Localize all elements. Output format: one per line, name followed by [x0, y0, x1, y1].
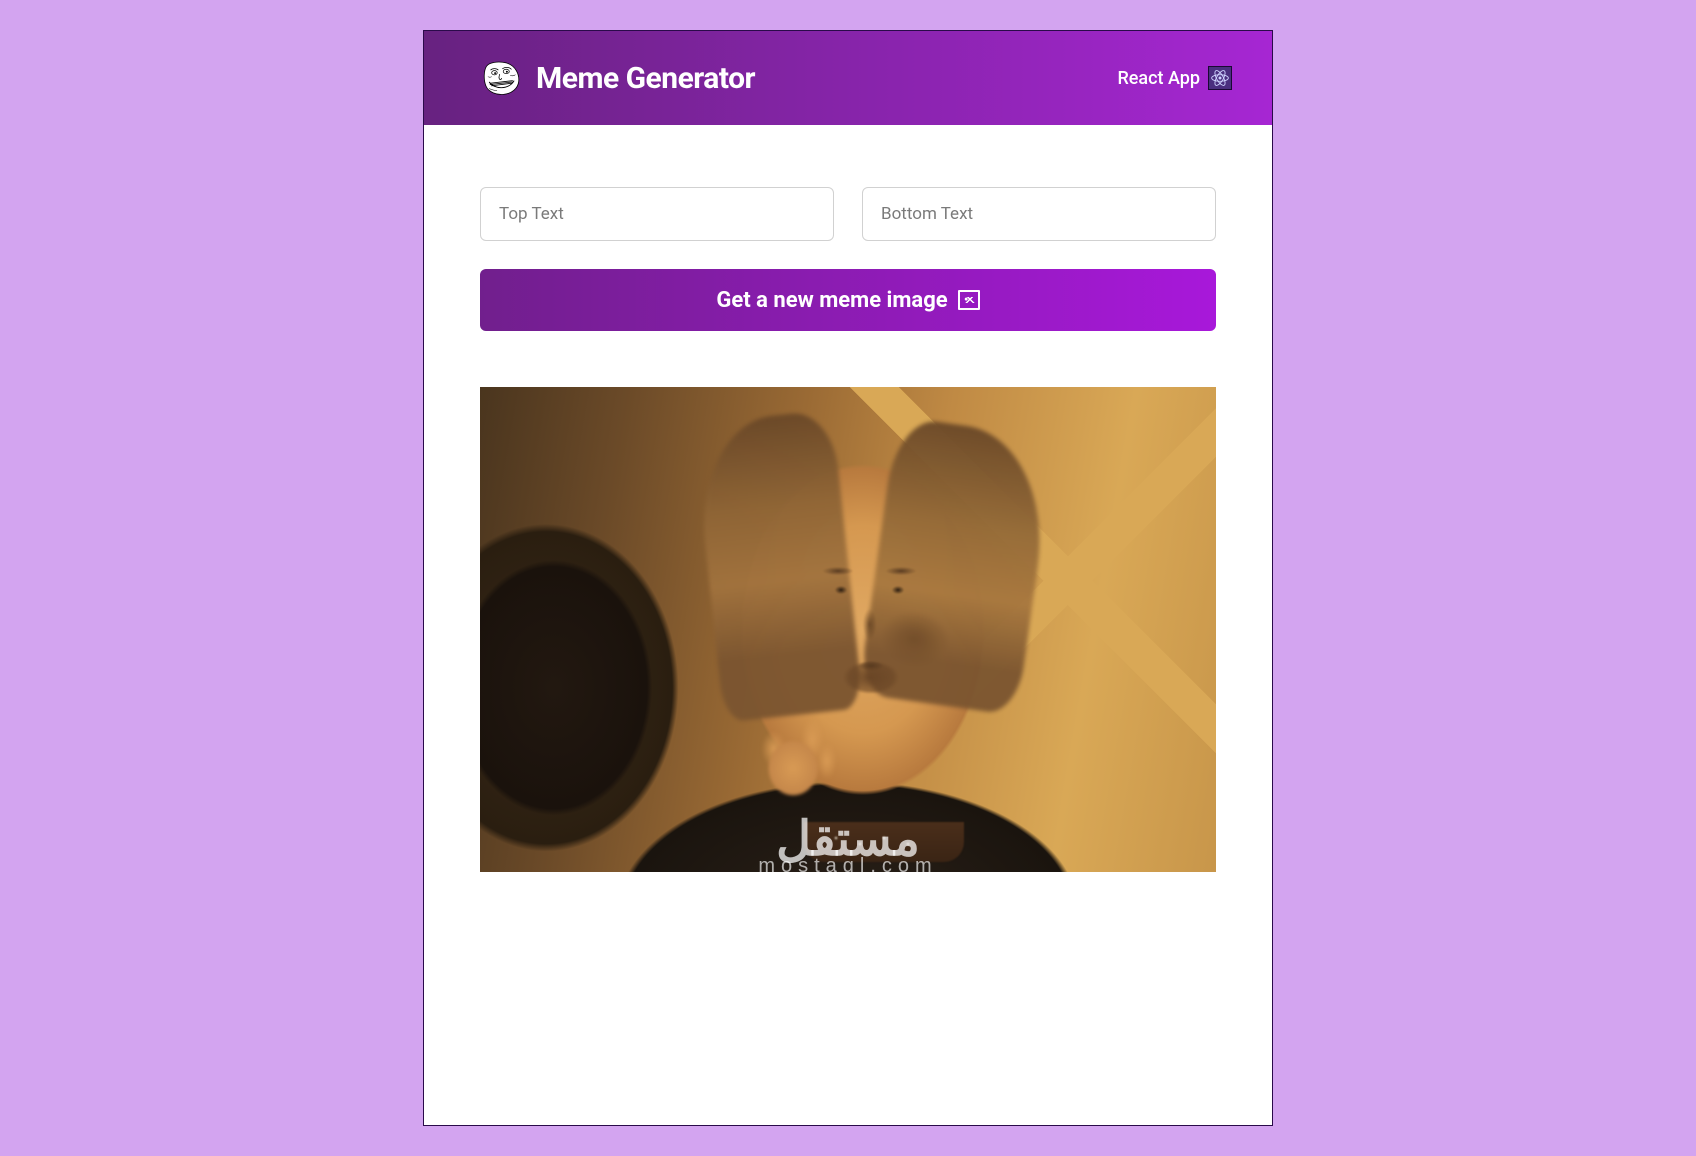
- image-frame-icon: [958, 290, 980, 310]
- app-header: Meme Generator React App: [424, 31, 1272, 125]
- meme-collar-detail: [804, 822, 964, 862]
- header-tagline: React App: [1117, 68, 1200, 89]
- meme-hand-detail: [738, 713, 858, 833]
- header-left: Meme Generator: [480, 57, 755, 99]
- main-content: Get a new meme image مستقل mostaql.com: [424, 125, 1272, 872]
- meme-preview: مستقل mostaql.com: [480, 387, 1216, 872]
- header-right: React App: [1117, 66, 1232, 90]
- inputs-row: [480, 187, 1216, 241]
- meme-face-detail: [796, 533, 946, 723]
- generate-meme-button[interactable]: Get a new meme image: [480, 269, 1216, 331]
- generate-button-label: Get a new meme image: [716, 288, 947, 313]
- top-text-input[interactable]: [480, 187, 834, 241]
- bottom-text-input[interactable]: [862, 187, 1216, 241]
- react-icon: [1208, 66, 1232, 90]
- meme-image: مستقل mostaql.com: [480, 387, 1216, 872]
- app-title: Meme Generator: [536, 61, 755, 96]
- trollface-icon: [480, 57, 522, 99]
- app-card: Meme Generator React App Get a n: [423, 30, 1273, 1126]
